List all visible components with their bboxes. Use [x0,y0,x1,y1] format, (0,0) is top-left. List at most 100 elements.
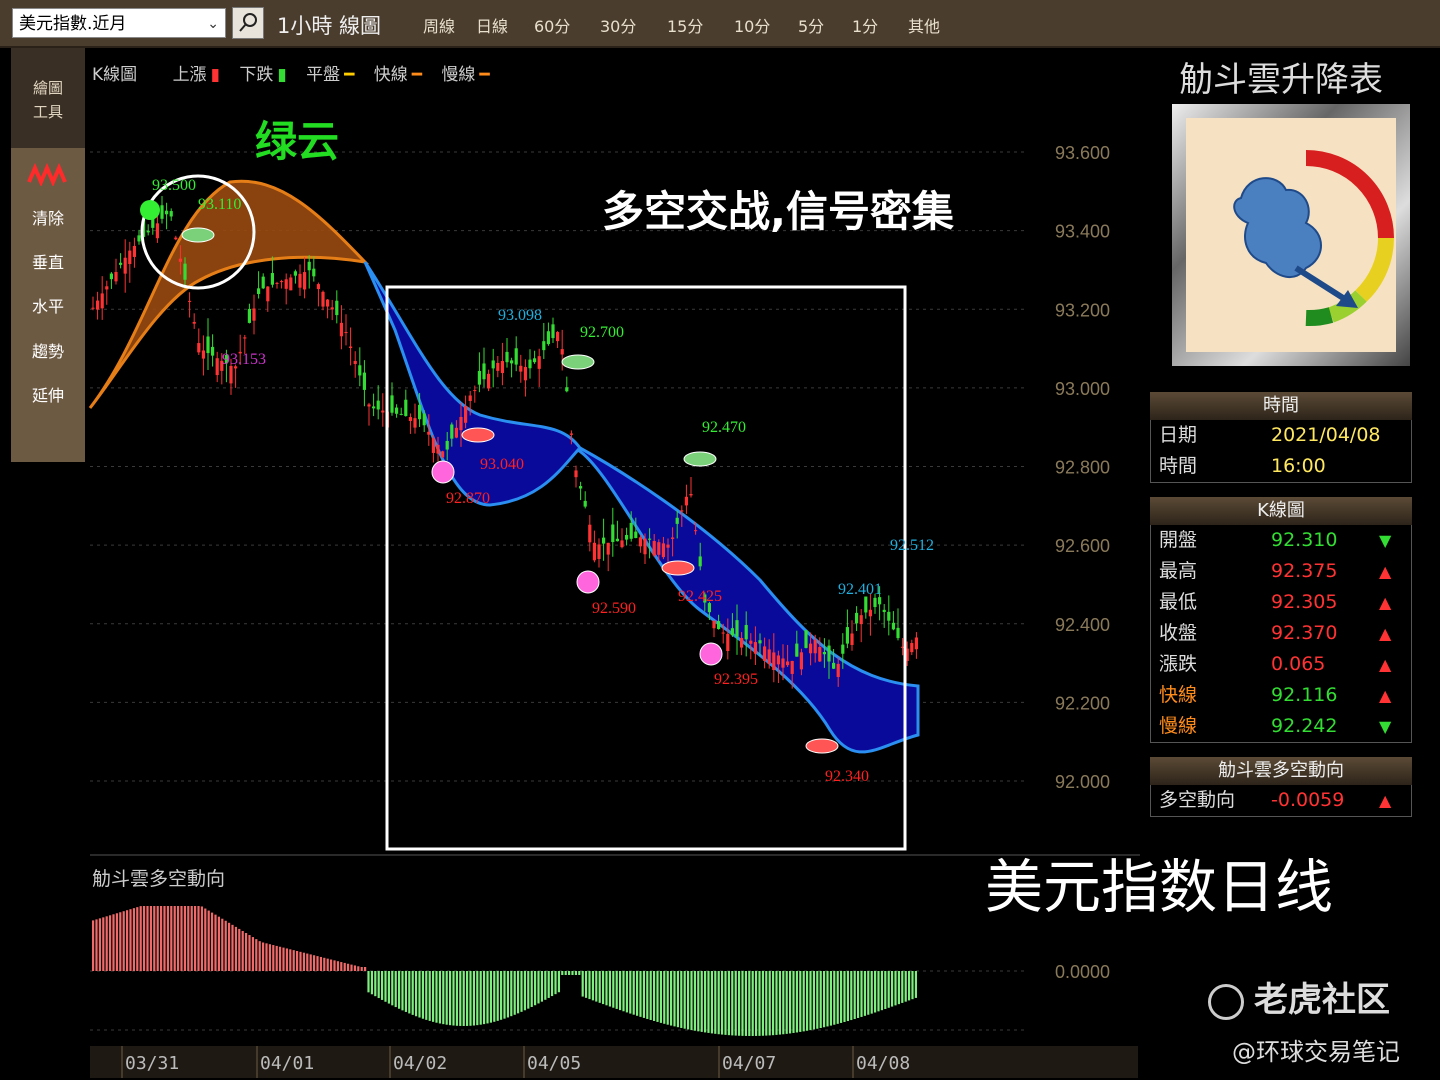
candle-body [753,642,757,654]
kline-row-label: 收盤 [1159,622,1198,644]
date-label: 日期 [1159,424,1198,446]
histogram-bar [374,971,377,997]
candle-body [721,632,725,634]
histogram-bar [102,917,105,971]
histogram-bar [646,971,649,1019]
histogram-bar [911,971,914,1000]
histogram-bar [568,971,571,975]
histogram-bar [717,971,720,1035]
headline-note: 多空交战,信号密集 [602,187,954,236]
histogram-bar [530,971,533,1007]
candle-body [643,538,647,555]
candle-body [859,615,863,625]
histogram-bar [248,935,251,971]
candle-body [91,307,95,309]
candle-body [464,406,468,423]
histogram-bar [217,916,220,971]
histogram-bar [306,953,309,971]
kline-row-value: 92.242 [1271,715,1338,737]
histogram-bar [659,971,662,1023]
histogram-bar [272,945,275,971]
histogram-bar [744,971,747,1036]
histogram-bar [177,906,180,971]
candle-body [914,637,918,650]
candle-body [845,627,849,644]
candle-body [431,438,435,453]
histogram-bar [289,949,292,971]
histogram-bar [554,971,557,995]
histogram-bar [673,971,676,1027]
candle-body [832,662,836,669]
histogram-bar [472,971,475,1026]
candle-body [280,281,284,283]
histogram-bar [394,971,397,1008]
candle-body [726,633,730,652]
histogram-bar [778,971,781,1035]
candle-body [445,440,449,450]
candle-body [436,444,440,454]
histogram-bar [833,971,836,1025]
kline-row: 收盤 92.370 ▲ [1151,618,1411,649]
histogram-bar [557,971,560,993]
histogram-bar [527,971,530,1009]
candle-body [537,356,541,369]
candle-body [763,646,767,661]
histogram-bar [799,971,802,1032]
histogram-bar [510,971,513,1017]
candle-body [523,367,527,381]
gauge-image [1172,104,1410,366]
histogram-bar [207,910,210,971]
histogram-bar [608,971,611,1007]
candle-body [625,534,629,540]
trend-header: 觔斗雲多空動向 [1150,757,1412,785]
candle-body [735,620,739,637]
candle-body [652,540,656,556]
histogram-bar [323,957,326,971]
histogram-bar [615,971,618,1009]
histogram-bar [421,971,424,1019]
candle-body [482,363,486,380]
histogram-bar [795,971,798,1033]
x-tick-label: 04/07 [722,1053,776,1074]
candle-body [795,643,799,657]
candle-body [822,652,826,655]
candle-body [201,350,205,359]
candle-body [390,395,394,413]
histogram-bar [653,971,656,1021]
histogram-bar [268,944,271,971]
price-label: 92.700 [580,324,624,341]
histogram-bar [438,971,441,1024]
kline-row-label: 快線 [1159,684,1198,706]
histogram-bar [789,971,792,1034]
price-label: 93.500 [152,177,196,194]
histogram-bar [816,971,819,1029]
histogram-bar [319,956,322,971]
histogram-bar [98,918,101,971]
candle-body [551,324,555,339]
kline-row-arrow: ▲ [1379,562,1392,581]
histogram-bar [296,951,299,971]
histogram-bar [408,971,411,1014]
histogram-bar [891,971,894,1007]
indicator-title: 觔斗雲多空動向 [92,868,226,890]
histogram-bar [809,971,812,1031]
chart-grid [90,151,1140,1031]
candle-body [657,542,661,555]
histogram-bar [642,971,645,1018]
histogram-bar [782,971,785,1035]
histogram-bar [819,971,822,1029]
histogram-bar [336,961,339,971]
histogram-bar [544,971,547,1000]
histogram-bar [503,971,506,1019]
histogram-bar [578,971,581,975]
candle-body [620,540,624,548]
histogram-bar [401,971,404,1011]
histogram-bar [704,971,707,1033]
histogram-bar [364,967,367,971]
candle-body [289,277,293,291]
histogram-bar [432,971,435,1022]
y-tick-label: 92.000 [1055,772,1110,792]
kline-row: 快線 92.116 ▲ [1151,680,1411,711]
price-label: 92.340 [825,768,869,785]
histogram-bar [585,971,588,998]
